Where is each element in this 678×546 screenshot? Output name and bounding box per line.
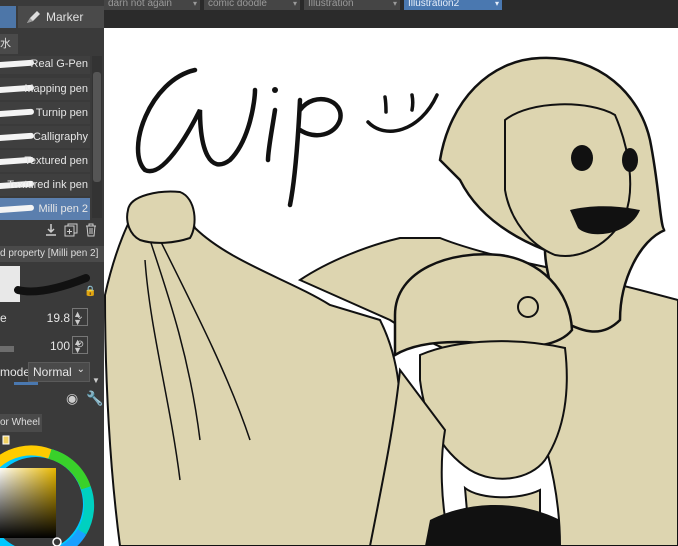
- color-wheel-panel: [0, 432, 104, 546]
- size-pressure-button[interactable]: ⌄: [72, 308, 88, 326]
- chevron-down-icon[interactable]: ▾: [193, 0, 197, 8]
- tab-watercolor[interactable]: 水彩: [0, 34, 18, 54]
- right-eye: [622, 148, 638, 172]
- color-wheel-tab[interactable]: or Wheel: [0, 414, 42, 432]
- document-tab-comic-doodle[interactable]: comic doodle ▾: [204, 0, 300, 10]
- sub-tool-tabs: Marker: [0, 6, 104, 28]
- document-tab-darn-not-again[interactable]: darn not again ▾: [104, 0, 200, 10]
- brush-list: Real G-Pen Mapping pen Turnip pen Callig…: [0, 56, 90, 220]
- wrench-icon[interactable]: 🔧: [86, 390, 103, 407]
- smiley-mouth: [366, 93, 439, 133]
- duplicate-icon[interactable]: [64, 223, 78, 237]
- brush-list-actions: [44, 222, 102, 238]
- brush-item-mapping-pen[interactable]: Mapping pen: [0, 78, 90, 100]
- brush-list-scrollbar[interactable]: [92, 56, 102, 218]
- brush-item-label: Mapping pen: [24, 83, 88, 95]
- brush-item-milli-pen-2[interactable]: Milli pen 2: [0, 198, 90, 220]
- brush-item-label: Milli pen 2: [38, 203, 88, 215]
- blend-mode-label: mode: [0, 365, 31, 379]
- hue-marker[interactable]: [2, 435, 10, 445]
- color-wheel-title: or Wheel: [0, 417, 41, 428]
- wip-p: [287, 97, 343, 208]
- brush-item-calligraphy[interactable]: Calligraphy: [0, 126, 90, 148]
- document-tab-label: Illustration2: [408, 0, 460, 9]
- document-tab-label: Illustration: [308, 0, 354, 9]
- brush-stroke-preview: [0, 132, 35, 142]
- brush-item-textured-ink-pen[interactable]: Textured ink pen: [0, 174, 90, 196]
- brush-stroke-preview: [0, 59, 35, 69]
- lock-icon[interactable]: 🔒: [84, 286, 96, 297]
- scroll-thumb[interactable]: [93, 72, 101, 182]
- brush-item-real-g-pen[interactable]: Real G-Pen: [0, 56, 90, 74]
- brush-item-label: Textured pen: [24, 155, 88, 167]
- import-icon[interactable]: [44, 223, 58, 237]
- brush-item-label: Turnip pen: [35, 107, 88, 119]
- chevron-down-icon: ⌄: [76, 364, 85, 375]
- brush-item-label: Calligraphy: [32, 131, 88, 143]
- document-tab-label: darn not again: [108, 0, 172, 9]
- brush-stroke-preview: [0, 204, 35, 214]
- drawing-canvas[interactable]: [104, 28, 678, 546]
- tab-marker-label: Marker: [46, 10, 84, 24]
- opacity-toggle-button[interactable]: ⊘: [72, 336, 88, 354]
- color-wheel[interactable]: [0, 432, 104, 546]
- marker-icon: [27, 11, 40, 23]
- settings-dial-icon[interactable]: ◉: [66, 390, 78, 407]
- flower-badge: [517, 296, 539, 318]
- tab-pen[interactable]: [0, 6, 16, 28]
- chevron-down-icon[interactable]: ▾: [495, 0, 499, 8]
- smiley-eye-right: [410, 93, 415, 112]
- brush-stroke-preview: [0, 108, 35, 118]
- wip-w: [135, 67, 258, 174]
- brush-preview: 🔒: [0, 264, 96, 304]
- opacity-slider[interactable]: [0, 346, 14, 352]
- brush-item-textured-pen[interactable]: Textured pen: [0, 150, 90, 172]
- smiley-eye-left: [383, 95, 388, 114]
- trash-icon[interactable]: [84, 223, 98, 237]
- wip-i-dot: [272, 87, 278, 93]
- document-tab-label: comic doodle: [208, 0, 267, 9]
- brush-stroke-preview: [14, 274, 90, 296]
- opacity-value[interactable]: 100: [50, 339, 70, 353]
- brush-item-label: Real G-Pen: [30, 58, 88, 70]
- blend-mode-indicator: [14, 382, 38, 385]
- brush-size-value[interactable]: 19.8: [47, 311, 70, 325]
- canvas-margin: [104, 10, 678, 28]
- tool-property-title: d property [Milli pen 2]: [0, 248, 99, 259]
- document-tab-illustration2[interactable]: Illustration2 ▾: [404, 0, 502, 10]
- canvas-artwork: [104, 56, 678, 546]
- blend-mode-value: Normal: [33, 365, 72, 379]
- brush-size-label: e: [0, 311, 7, 325]
- tool-palette: Marker 水彩 Real G-Pen Mapping pen Turnip …: [0, 0, 104, 546]
- pressure-icon: ⌄: [75, 311, 85, 322]
- panel-scroll-down[interactable]: ▼: [92, 376, 102, 386]
- wip-i: [265, 107, 278, 163]
- hand: [126, 190, 196, 244]
- opacity-icon: ⊘: [75, 339, 85, 350]
- tab-marker[interactable]: Marker: [18, 6, 104, 28]
- tool-property-header: d property [Milli pen 2]: [0, 246, 104, 262]
- blend-mode-row: mode: [0, 362, 31, 382]
- chevron-down-icon[interactable]: ▾: [393, 0, 397, 8]
- tab-watercolor-label: 水彩: [0, 38, 11, 50]
- document-tab-bar: darn not again ▾ comic doodle ▾ Illustra…: [104, 0, 678, 10]
- brush-item-label: Textured ink pen: [7, 179, 88, 191]
- brush-item-turnip-pen[interactable]: Turnip pen: [0, 102, 90, 124]
- document-tab-illustration[interactable]: Illustration ▾: [304, 0, 400, 10]
- chevron-down-icon[interactable]: ▾: [293, 0, 297, 8]
- left-eye: [571, 145, 593, 171]
- blend-mode-select[interactable]: Normal ⌄: [28, 362, 90, 382]
